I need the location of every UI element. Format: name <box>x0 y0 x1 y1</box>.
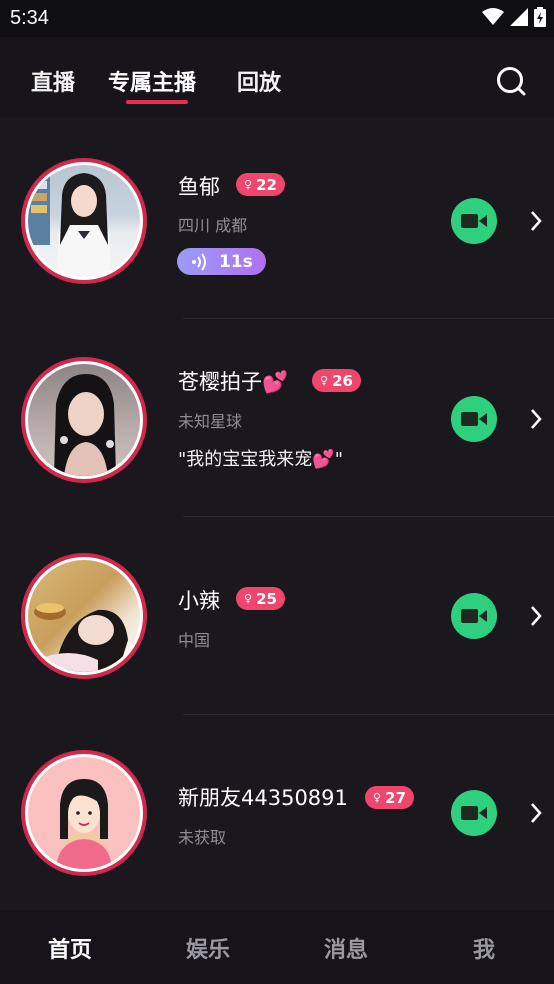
voice-wave-icon <box>192 252 206 271</box>
avatar[interactable] <box>21 158 147 284</box>
avatar[interactable] <box>21 357 147 483</box>
age-value: 25 <box>256 589 277 608</box>
age-value: 26 <box>332 371 353 390</box>
avatar[interactable] <box>21 553 147 679</box>
anchor-location: 未获取 <box>178 828 227 847</box>
tab-replay[interactable]: 回放 <box>237 65 281 97</box>
anchor-name: 小辣 <box>178 589 220 613</box>
tab-live[interactable]: 直播 <box>31 65 75 97</box>
status-icons <box>482 7 546 27</box>
gender-female-icon: ♀ <box>244 592 253 605</box>
battery-icon <box>534 7 546 27</box>
video-call-button[interactable] <box>451 593 497 639</box>
age-badge: ♀ 27 <box>365 786 414 809</box>
chevron-right-icon[interactable] <box>528 210 544 232</box>
gender-female-icon: ♀ <box>244 178 253 191</box>
video-call-button[interactable] <box>451 396 497 442</box>
anchor-location: 未知星球 <box>178 412 243 431</box>
anchor-location: 中国 <box>178 631 211 650</box>
voice-intro-button[interactable]: 11s <box>177 248 266 275</box>
bottom-nav-home[interactable]: 首页 <box>30 932 110 964</box>
video-camera-icon <box>461 412 487 426</box>
default-avatar-icon <box>56 779 112 869</box>
anchor-name: 新朋友44350891 <box>178 786 348 810</box>
anchor-name: 鱼郁 <box>178 175 220 199</box>
video-call-button[interactable] <box>451 790 497 836</box>
bottom-nav: 首页 娱乐 消息 我 <box>0 910 554 984</box>
list-item[interactable]: 小辣 ♀ 25 中国 <box>0 517 554 715</box>
video-camera-icon <box>461 609 487 623</box>
status-bar: 5:34 <box>0 0 554 37</box>
status-time: 5:34 <box>10 7 49 29</box>
signal-icon <box>510 8 528 26</box>
video-camera-icon <box>461 214 487 228</box>
age-value: 22 <box>256 175 277 194</box>
gender-female-icon: ♀ <box>373 791 382 804</box>
chevron-right-icon[interactable] <box>528 802 544 824</box>
age-badge: ♀ 25 <box>236 587 285 610</box>
age-value: 27 <box>385 788 406 807</box>
anchor-signature: "我的宝宝我来宠💕" <box>178 449 343 470</box>
anchor-location: 四川 成都 <box>178 216 248 235</box>
voice-duration: 11s <box>219 251 253 272</box>
gender-female-icon: ♀ <box>320 374 329 387</box>
video-call-button[interactable] <box>451 198 497 244</box>
age-badge: ♀ 22 <box>236 173 285 196</box>
tab-exclusive-anchor[interactable]: 专属主播 <box>108 65 196 97</box>
bottom-nav-entertainment[interactable]: 娱乐 <box>168 932 248 964</box>
top-nav: 直播 专属主播 回放 <box>0 37 554 117</box>
wifi-icon <box>482 8 504 25</box>
search-icon <box>497 67 526 96</box>
video-camera-icon <box>461 806 487 820</box>
list-item[interactable]: 新朋友44350891 ♀ 27 未获取 <box>0 714 554 911</box>
avatar[interactable] <box>21 750 147 876</box>
chevron-right-icon[interactable] <box>528 408 544 430</box>
active-tab-indicator <box>126 100 188 104</box>
search-button[interactable] <box>494 64 528 98</box>
anchor-name: 苍樱拍子💕 <box>178 370 289 394</box>
list-item[interactable]: 鱼郁 ♀ 22 四川 成都 11s <box>0 122 554 319</box>
bottom-nav-messages[interactable]: 消息 <box>306 932 386 964</box>
age-badge: ♀ 26 <box>312 369 361 392</box>
chevron-right-icon[interactable] <box>528 605 544 627</box>
bottom-nav-me[interactable]: 我 <box>444 932 524 964</box>
list-item[interactable]: 苍樱拍子💕 ♀ 26 未知星球 "我的宝宝我来宠💕" <box>0 319 554 517</box>
